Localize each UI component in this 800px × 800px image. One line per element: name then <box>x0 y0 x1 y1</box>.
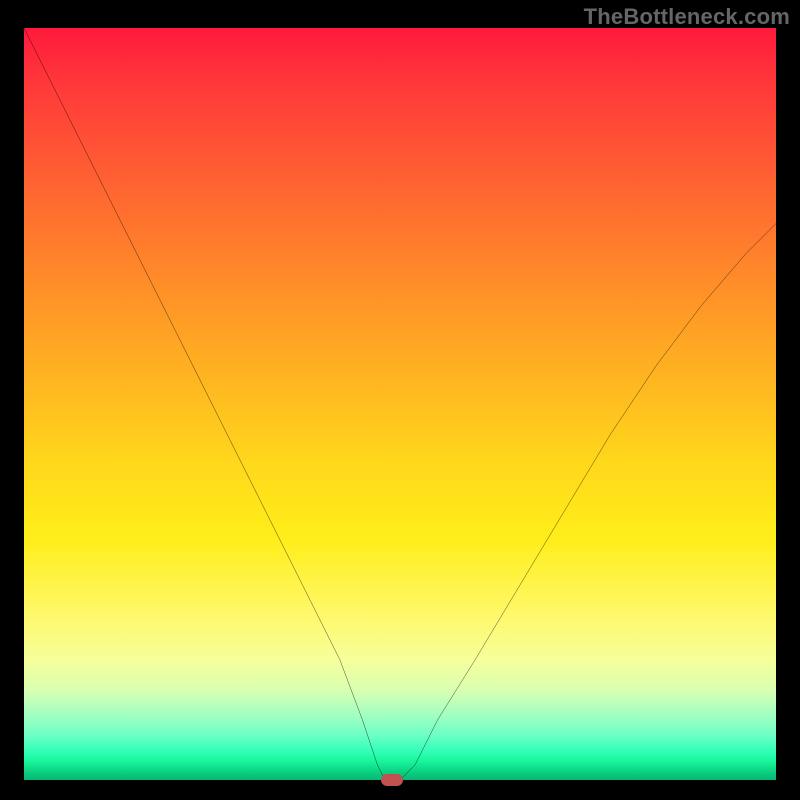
chart-frame: TheBottleneck.com <box>0 0 800 800</box>
curve-path <box>24 28 776 780</box>
bottleneck-curve <box>24 28 776 780</box>
watermark-text: TheBottleneck.com <box>584 4 790 30</box>
plot-area <box>24 28 776 780</box>
minimum-marker <box>381 774 403 786</box>
